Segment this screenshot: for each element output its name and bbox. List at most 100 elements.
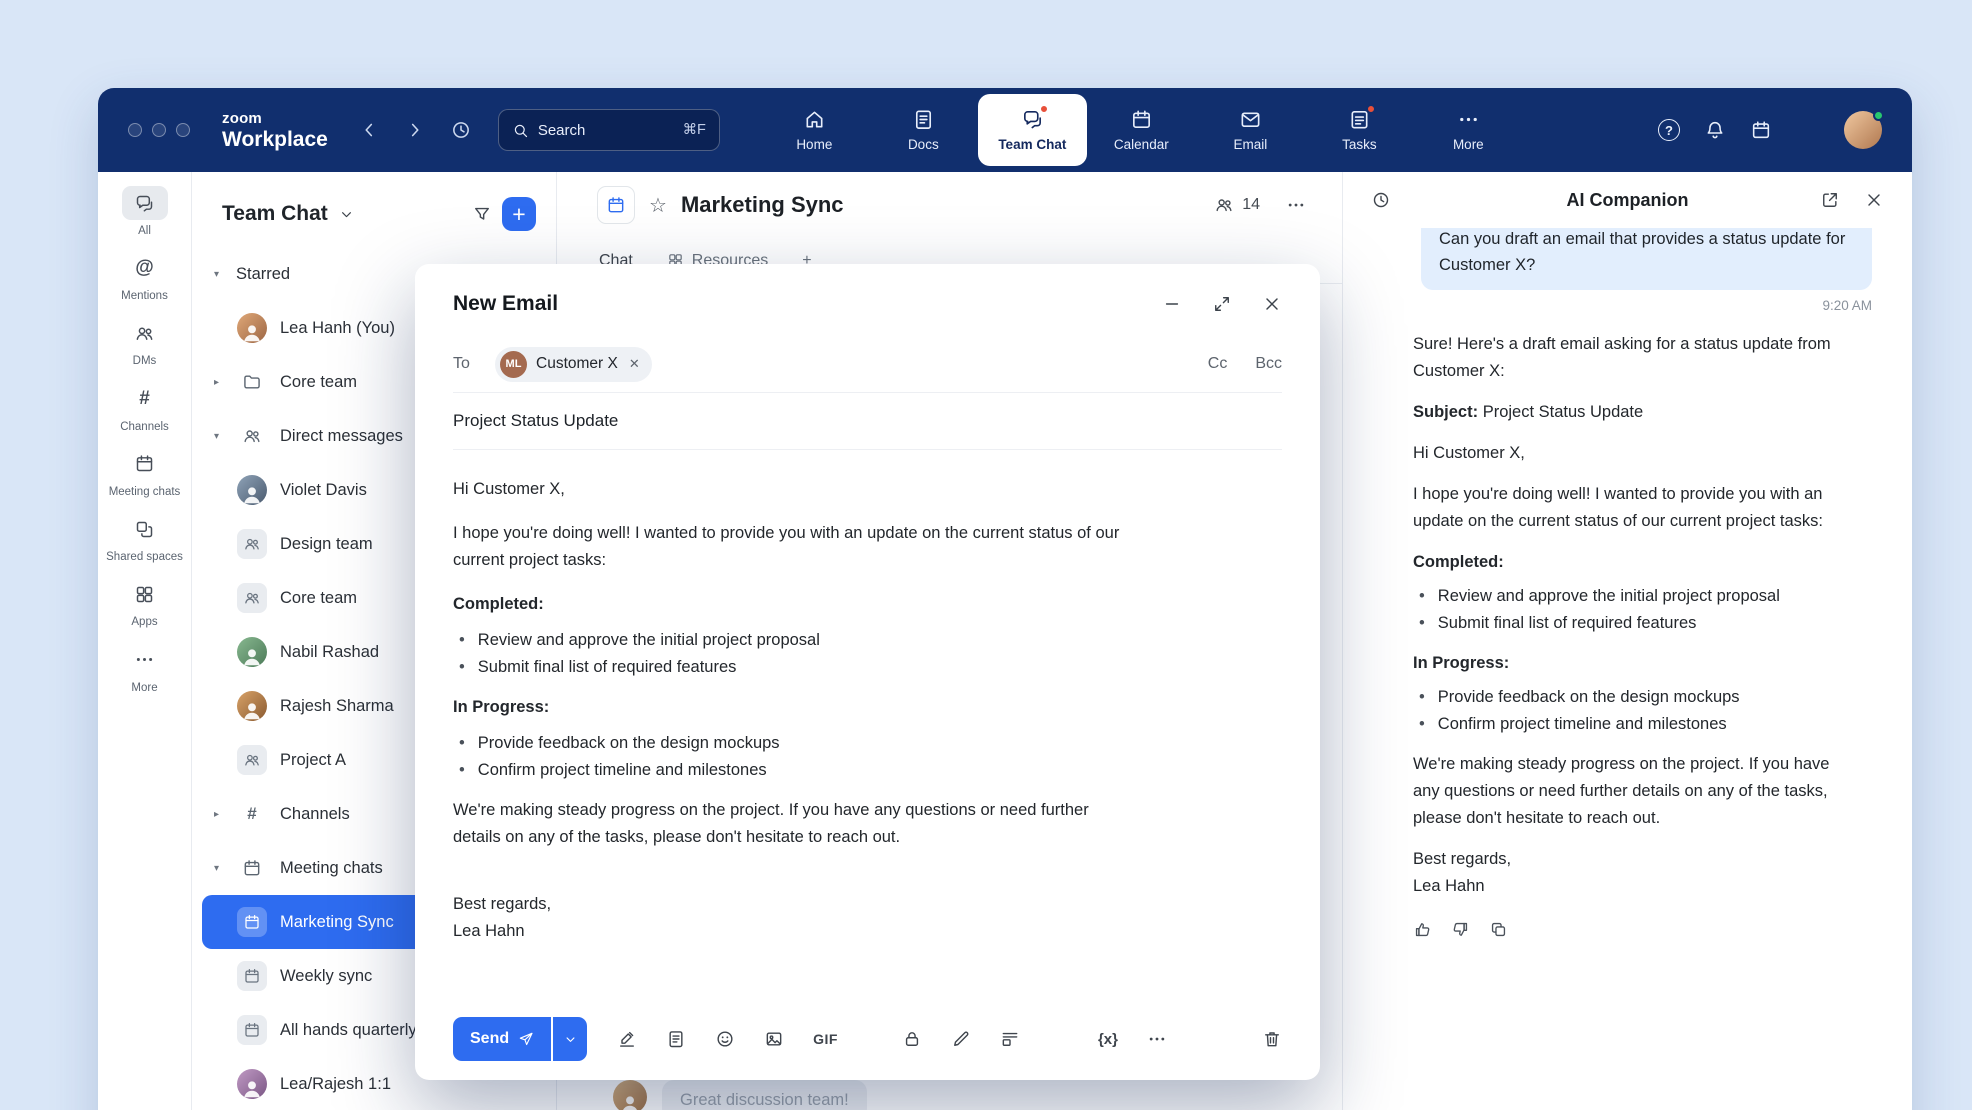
copy-icon[interactable] bbox=[1489, 920, 1508, 939]
list-item: •Review and approve the initial project … bbox=[459, 627, 1137, 654]
zoom-window-button[interactable] bbox=[176, 123, 190, 137]
ai-signoff: Best regards, bbox=[1413, 846, 1849, 873]
bcc-button[interactable]: Bcc bbox=[1255, 355, 1282, 373]
nav-calendar[interactable]: Calendar bbox=[1087, 94, 1196, 166]
email-intro: I hope you're doing well! I wanted to pr… bbox=[453, 520, 1137, 574]
encrypt-lock-icon[interactable] bbox=[902, 1029, 922, 1049]
nav-docs[interactable]: Docs bbox=[869, 94, 978, 166]
help-icon[interactable]: ? bbox=[1658, 119, 1680, 141]
discard-trash-icon[interactable] bbox=[1262, 1029, 1282, 1049]
more-dots-icon bbox=[134, 649, 155, 670]
user-prompt-bubble: Can you draft an email that provides a s… bbox=[1421, 228, 1872, 290]
thumbs-down-icon[interactable] bbox=[1451, 920, 1470, 939]
rail-item-channels[interactable]: # Channels bbox=[101, 382, 189, 434]
open-external-icon[interactable] bbox=[1820, 190, 1840, 210]
list-item: •Review and approve the initial project … bbox=[1419, 583, 1849, 610]
rail-item-apps[interactable]: Apps bbox=[101, 577, 189, 629]
send-button[interactable]: Send bbox=[453, 1017, 551, 1061]
ai-greeting: Hi Customer X, bbox=[1413, 440, 1849, 467]
recipient-field[interactable]: To ML Customer X ✕ Cc Bcc bbox=[453, 336, 1282, 393]
calendar-date-icon[interactable] bbox=[1750, 119, 1772, 141]
recipient-chip[interactable]: ML Customer X ✕ bbox=[495, 347, 652, 382]
ai-companion-sparkle-icon[interactable] bbox=[1796, 118, 1820, 142]
rail-item-dms[interactable]: DMs bbox=[101, 316, 189, 368]
user-avatar[interactable] bbox=[1844, 111, 1882, 149]
forward-icon[interactable] bbox=[404, 119, 426, 141]
email-closing: We're making steady progress on the proj… bbox=[453, 797, 1137, 851]
remove-recipient-icon[interactable]: ✕ bbox=[629, 356, 640, 372]
people-icon bbox=[243, 535, 261, 553]
nav-tasks[interactable]: Tasks bbox=[1305, 94, 1414, 166]
format-pen-icon[interactable] bbox=[617, 1029, 637, 1049]
notifications-bell-icon[interactable] bbox=[1704, 119, 1726, 141]
ai-compose-sparkle-icon[interactable] bbox=[1049, 1029, 1069, 1049]
nav-team-chat[interactable]: Team Chat bbox=[978, 94, 1087, 166]
back-icon[interactable] bbox=[358, 119, 380, 141]
disclosure-triangle-icon[interactable]: ▾ bbox=[214, 269, 236, 280]
close-icon[interactable] bbox=[1262, 294, 1282, 314]
people-icon bbox=[242, 426, 262, 446]
nav-more[interactable]: More bbox=[1414, 94, 1523, 166]
calendar-icon bbox=[1130, 108, 1153, 131]
chevron-down-icon[interactable] bbox=[338, 206, 355, 223]
disclosure-triangle-icon[interactable]: ▸ bbox=[214, 809, 236, 820]
minimize-window-button[interactable] bbox=[152, 123, 166, 137]
zoom-workplace-logo: zoom Workplace bbox=[222, 111, 328, 150]
email-body-editor[interactable]: Hi Customer X, I hope you're doing well!… bbox=[415, 450, 1175, 1008]
emoji-icon[interactable] bbox=[715, 1029, 735, 1049]
filter-icon[interactable] bbox=[472, 204, 492, 224]
close-window-button[interactable] bbox=[128, 123, 142, 137]
avatar bbox=[237, 475, 267, 505]
attach-file-icon[interactable] bbox=[666, 1029, 686, 1049]
all-chats-icon bbox=[134, 193, 155, 214]
minimize-icon[interactable] bbox=[1162, 294, 1182, 314]
chevron-down-icon bbox=[563, 1032, 578, 1047]
docs-icon bbox=[912, 108, 935, 131]
ai-intro: Sure! Here's a draft email asking for a … bbox=[1413, 331, 1849, 385]
expand-icon[interactable] bbox=[1212, 294, 1232, 314]
nav-email[interactable]: Email bbox=[1196, 94, 1305, 166]
rail-item-more[interactable]: More bbox=[101, 643, 189, 695]
channel-avatar bbox=[597, 186, 635, 224]
rail-item-shared-spaces[interactable]: Shared spaces bbox=[101, 512, 189, 564]
shared-spaces-icon bbox=[134, 519, 155, 540]
member-count[interactable]: 14 bbox=[1214, 195, 1260, 215]
disclosure-triangle-icon[interactable]: ▸ bbox=[214, 377, 236, 388]
logo-workplace: Workplace bbox=[222, 129, 328, 150]
disclosure-triangle-icon[interactable]: ▾ bbox=[214, 431, 236, 442]
signature-block-icon[interactable] bbox=[1000, 1029, 1020, 1049]
favorite-star-icon[interactable]: ☆ bbox=[649, 193, 667, 218]
more-options-icon[interactable] bbox=[1147, 1029, 1167, 1049]
cc-button[interactable]: Cc bbox=[1208, 355, 1228, 373]
ai-completed-heading: Completed: bbox=[1413, 549, 1849, 576]
group-avatar bbox=[237, 583, 267, 613]
history-icon[interactable] bbox=[450, 119, 472, 141]
variables-button[interactable]: {x} bbox=[1098, 1031, 1118, 1048]
new-email-modal: New Email To ML Customer X ✕ Cc Bcc Proj… bbox=[415, 264, 1320, 1080]
ai-companion-panel: AI Companion Can you draft an email that… bbox=[1342, 172, 1912, 1110]
search-input[interactable]: Search ⌘F bbox=[498, 109, 720, 151]
channel-more-icon[interactable] bbox=[1286, 195, 1306, 215]
disclosure-triangle-icon[interactable]: ▾ bbox=[214, 863, 236, 874]
rail-item-all[interactable]: All bbox=[101, 186, 189, 238]
meeting-chat-avatar bbox=[237, 1015, 267, 1045]
avatar bbox=[237, 637, 267, 667]
ai-sparkle-icon bbox=[1371, 334, 1397, 360]
recipient-avatar: ML bbox=[500, 351, 527, 378]
people-icon bbox=[243, 589, 261, 607]
window-controls[interactable] bbox=[128, 123, 190, 137]
edit-pencil-icon[interactable] bbox=[951, 1029, 971, 1049]
send-options-button[interactable] bbox=[553, 1017, 587, 1061]
thumbs-up-icon[interactable] bbox=[1413, 920, 1432, 939]
close-icon[interactable] bbox=[1864, 190, 1884, 210]
list-item: •Provide feedback on the design mockups bbox=[459, 730, 1137, 757]
rail-item-mentions[interactable]: @ Mentions bbox=[101, 251, 189, 303]
email-inprogress-list: •Provide feedback on the design mockups … bbox=[459, 730, 1137, 784]
insert-image-icon[interactable] bbox=[764, 1029, 784, 1049]
list-item: •Provide feedback on the design mockups bbox=[1419, 684, 1849, 711]
rail-item-meeting-chats[interactable]: Meeting chats bbox=[101, 447, 189, 499]
new-chat-button[interactable]: + bbox=[502, 197, 536, 231]
subject-field[interactable]: Project Status Update bbox=[453, 393, 1282, 450]
nav-home[interactable]: Home bbox=[760, 94, 869, 166]
gif-button[interactable]: GIF bbox=[813, 1031, 838, 1047]
